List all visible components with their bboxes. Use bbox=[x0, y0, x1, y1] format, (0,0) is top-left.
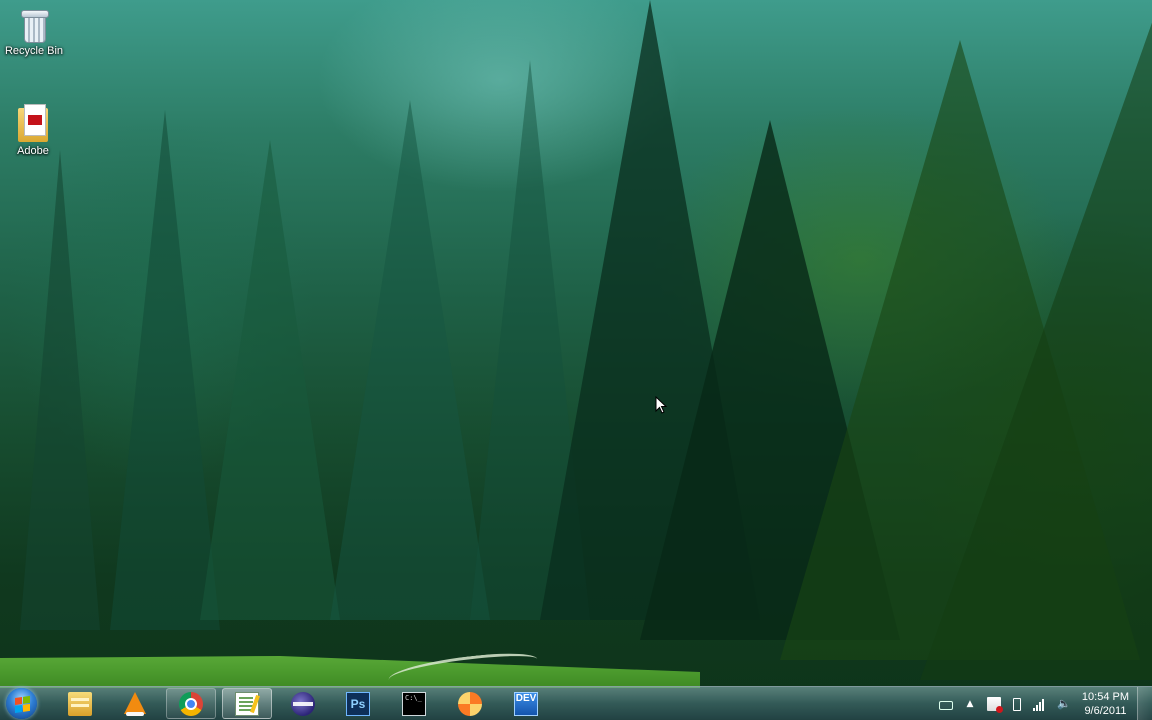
desktop-icon-label: Adobe bbox=[17, 145, 49, 157]
windows-explorer-icon bbox=[68, 691, 92, 716]
start-button[interactable] bbox=[6, 688, 37, 719]
recycle-bin-icon bbox=[21, 8, 49, 43]
command-prompt-icon: C:\_ bbox=[402, 691, 426, 716]
taskbar-button-explorer[interactable] bbox=[55, 688, 105, 719]
clock[interactable]: 10:54 PM 9/6/2011 bbox=[1082, 690, 1129, 718]
taskbar-button-dev-cpp[interactable]: DEV bbox=[501, 688, 551, 719]
network-signal-icon[interactable] bbox=[1032, 697, 1047, 711]
taskbar-button-eclipse[interactable] bbox=[278, 688, 328, 719]
clock-time: 10:54 PM bbox=[1081, 691, 1129, 703]
taskbar-button-photoshop[interactable]: Ps bbox=[333, 688, 383, 719]
system-tray: ▲ 🔈 10:54 PM 9/6/2011 bbox=[934, 687, 1152, 720]
photoshop-icon: Ps bbox=[346, 691, 370, 716]
taskbar-button-command-prompt[interactable]: C:\_ bbox=[389, 688, 439, 719]
vlc-media-player-icon bbox=[124, 691, 146, 716]
mouse-cursor-icon bbox=[655, 396, 667, 414]
adobe-folder-icon bbox=[18, 104, 48, 142]
desktop-icon-label: Recycle Bin bbox=[4, 45, 64, 57]
xampp-icon bbox=[458, 691, 482, 716]
action-center-flag-icon[interactable] bbox=[986, 697, 1003, 713]
dev-cpp-icon: DEV bbox=[514, 691, 538, 716]
google-chrome-icon bbox=[179, 691, 203, 716]
desktop-icon-adobe[interactable]: Adobe bbox=[1, 104, 65, 157]
taskbar: Ps C:\_ DEV ▲ 🔈 10:54 PM 9/6/2011 bbox=[0, 686, 1152, 720]
eclipse-icon bbox=[291, 691, 315, 716]
clock-date: 9/6/2011 bbox=[1084, 705, 1127, 717]
desktop-icon-recycle-bin[interactable]: Recycle Bin bbox=[2, 8, 66, 57]
notepad-plus-plus-icon bbox=[235, 691, 259, 716]
show-desktop-button[interactable] bbox=[1137, 687, 1152, 720]
taskbar-button-notepad-plus-plus[interactable] bbox=[222, 688, 272, 719]
keyboard-icon[interactable] bbox=[938, 700, 953, 710]
battery-icon[interactable] bbox=[1012, 697, 1021, 711]
volume-icon[interactable]: 🔈 bbox=[1057, 697, 1071, 711]
taskbar-button-chrome[interactable] bbox=[166, 688, 216, 719]
show-hidden-icons-arrow-icon[interactable]: ▲ bbox=[963, 697, 977, 711]
taskbar-button-vlc[interactable] bbox=[110, 688, 160, 719]
windows-start-orb-icon bbox=[15, 695, 30, 713]
taskbar-button-xampp[interactable] bbox=[445, 688, 495, 719]
desktop[interactable]: Recycle Bin Adobe Ps C:\_ DEV ▲ 🔈 10:54 … bbox=[0, 0, 1152, 720]
